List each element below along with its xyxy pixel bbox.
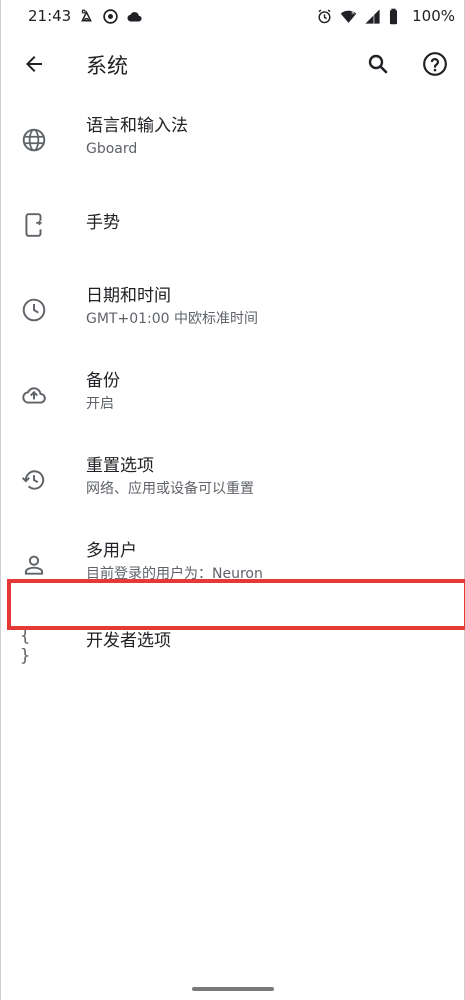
battery-percent: 100%: [412, 7, 455, 25]
gesture-nav-handle[interactable]: [192, 987, 274, 991]
status-time: 21:43: [28, 7, 72, 25]
search-icon: [366, 52, 390, 76]
setting-label: 语言和输入法: [86, 116, 188, 136]
setting-date-time[interactable]: 日期和时间 GMT+01:00 中欧标准时间: [0, 266, 465, 351]
svg-text:R: R: [351, 10, 355, 16]
clock-icon: [20, 296, 48, 324]
cloud-upload-icon: [20, 381, 48, 409]
gesture-phone-icon: [20, 211, 48, 239]
vpn-icon: [102, 8, 119, 25]
code-braces-icon: { }: [20, 626, 31, 666]
status-left: 21:43: [28, 7, 143, 25]
setting-label: 手势: [86, 213, 120, 233]
setting-summary: 开启: [86, 396, 114, 412]
setting-label: 备份: [86, 371, 120, 391]
setting-backup[interactable]: 备份 开启: [0, 351, 465, 436]
status-right: R 100%: [316, 7, 455, 25]
highlight-box: [7, 579, 465, 630]
app-bar: 系统: [0, 32, 465, 96]
page-title: 系统: [86, 54, 128, 78]
setting-summary: GMT+01:00 中欧标准时间: [86, 311, 259, 327]
setting-summary: Gboard: [86, 141, 138, 157]
help-button[interactable]: [417, 46, 453, 82]
person-icon: [20, 551, 48, 579]
setting-gestures[interactable]: 手势: [0, 181, 465, 266]
signal-icon: [364, 8, 381, 25]
globe-icon: [20, 126, 48, 154]
history-icon: [20, 466, 48, 494]
setting-label: 开发者选项: [86, 631, 171, 651]
moon-cat-icon: [78, 8, 95, 25]
setting-reset-options[interactable]: 重置选项 网络、应用或设备可以重置: [0, 436, 465, 521]
cloud-icon: [126, 8, 143, 25]
setting-label: 重置选项: [86, 456, 154, 476]
setting-label: 多用户: [86, 541, 137, 561]
alarm-icon: [316, 8, 333, 25]
battery-icon: [388, 8, 405, 25]
search-button[interactable]: [360, 46, 396, 82]
wifi-icon: R: [340, 8, 357, 25]
setting-label: 日期和时间: [86, 286, 171, 306]
setting-language-input[interactable]: 语言和输入法 Gboard: [0, 96, 465, 181]
help-icon: [422, 51, 448, 77]
status-bar: 21:43 R 100%: [0, 0, 465, 32]
setting-summary: 网络、应用或设备可以重置: [86, 481, 254, 497]
arrow-back-icon: [22, 52, 46, 76]
back-button[interactable]: [16, 46, 52, 82]
